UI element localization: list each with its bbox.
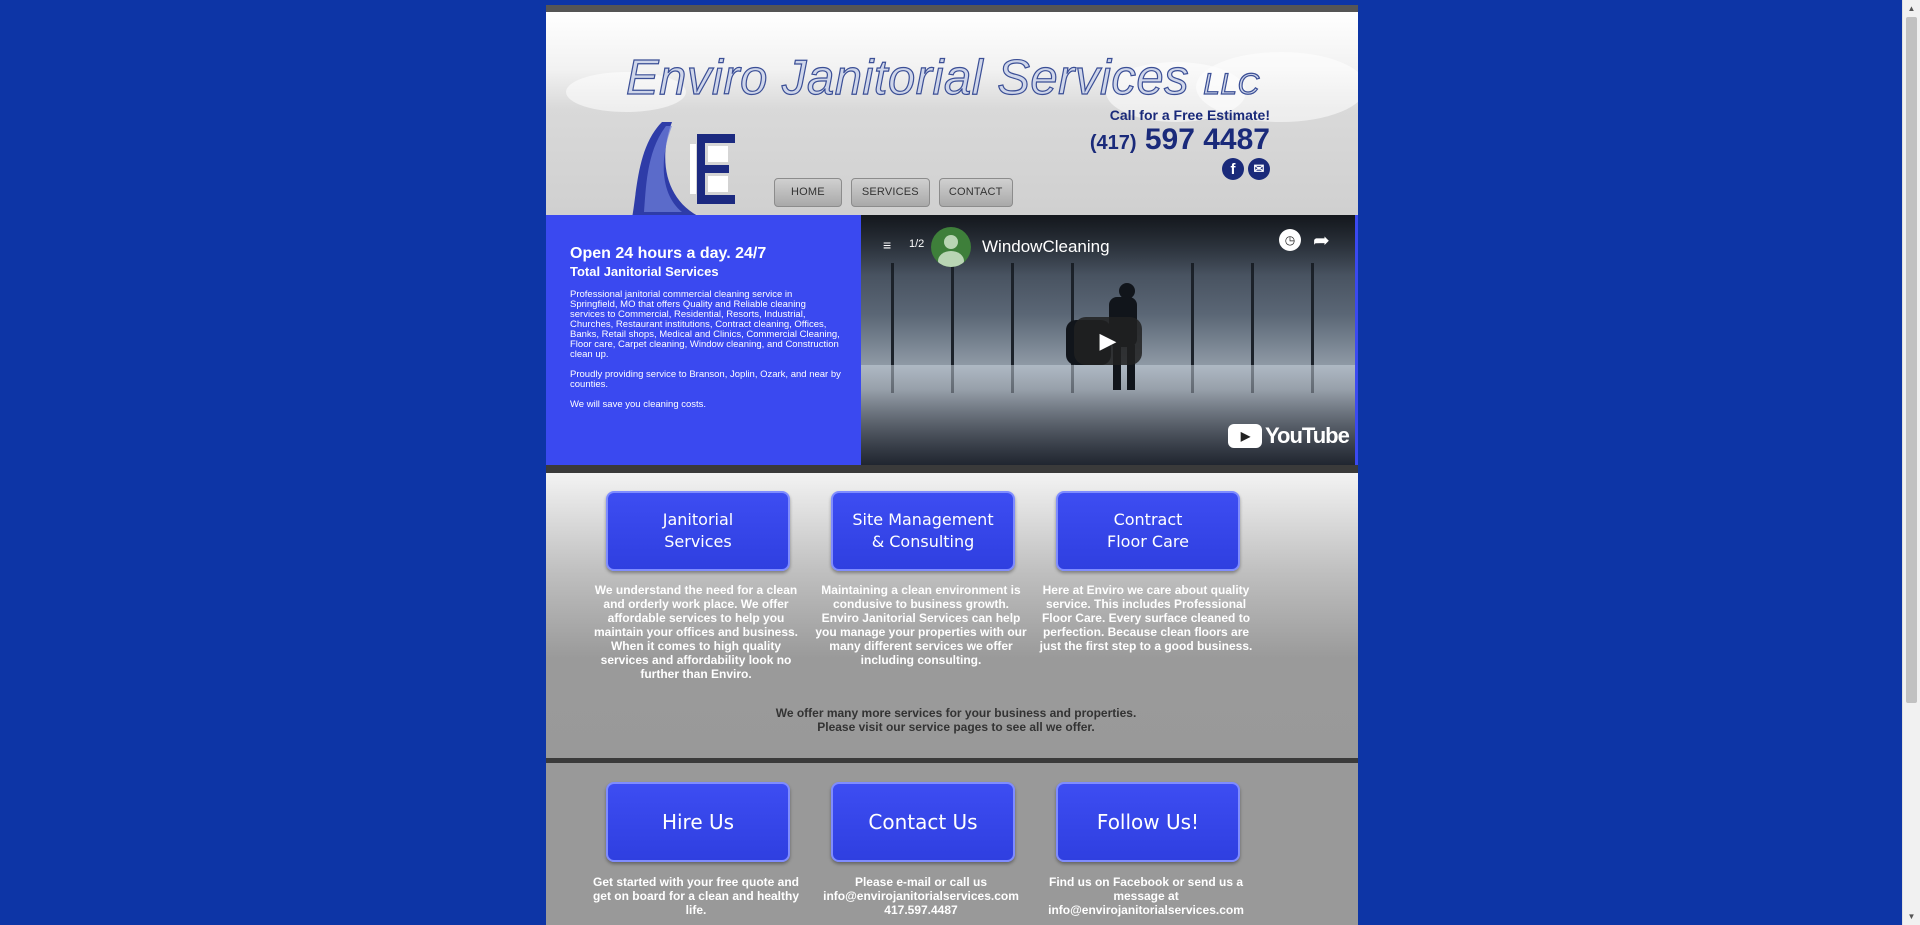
site-header: Enviro Janitorial Services LLC Call for … [546, 12, 1358, 218]
section-divider [546, 465, 1358, 473]
scroll-up-arrow-icon[interactable]: ▲ [1903, 0, 1920, 17]
company-logo [632, 122, 735, 218]
free-estimate-label: Call for a Free Estimate! [1109, 107, 1270, 123]
email-icon[interactable]: ✉ [1248, 158, 1270, 180]
hire-us-text: Get started with your free quote and get… [592, 875, 800, 917]
services-section: Janitorial Services Site Management & Co… [546, 473, 1358, 758]
button-line: Contract [1113, 510, 1183, 529]
section-divider [546, 758, 1358, 763]
youtube-video-embed[interactable]: ≡ 1/2 WindowCleaning ◷ ➦ ▶ ▶ YouTube [861, 215, 1355, 465]
contact-us-text: Please e-mail or call us info@envirojani… [823, 875, 1019, 917]
phone-number[interactable]: (417) 597 4487 [1090, 123, 1270, 157]
janitorial-description: We understand the need for a clean and o… [593, 583, 799, 681]
main-nav: HOME SERVICES CONTACT [774, 178, 1013, 207]
play-button-icon[interactable]: ▶ [1074, 317, 1142, 365]
hero-heading: Open 24 hours a day. 24/7 [570, 245, 767, 262]
more-services-line: We offer many more services for your bus… [775, 706, 1137, 720]
vertical-scrollbar[interactable]: ▲ ▼ [1902, 0, 1920, 925]
site-management-label: Site Management & Consulting [852, 509, 993, 553]
site-title: Enviro Janitorial Services LLC [625, 50, 1260, 106]
top-bar [546, 5, 1358, 12]
contract-floor-care-button[interactable]: Contract Floor Care [1056, 491, 1240, 571]
button-line: Services [664, 532, 732, 551]
social-links: f ✉ [1222, 158, 1270, 180]
floor-care-description: Here at Enviro we care about quality ser… [1039, 583, 1253, 653]
playlist-icon[interactable]: ≡ [883, 237, 891, 253]
janitorial-services-button[interactable]: Janitorial Services [606, 491, 790, 571]
youtube-wordmark: YouTube [1265, 423, 1350, 448]
watch-later-icon[interactable]: ◷ [1279, 229, 1301, 251]
nav-contact-button[interactable]: CONTACT [938, 178, 1013, 207]
contract-floor-care-label: Contract Floor Care [1107, 509, 1189, 553]
button-line: & Consulting [871, 532, 975, 551]
hire-us-button[interactable]: Hire Us [606, 782, 790, 862]
more-services-note: We offer many more services for your bus… [581, 706, 1331, 734]
share-icon[interactable]: ➦ [1313, 228, 1330, 253]
nav-home-button[interactable]: HOME [774, 178, 842, 207]
call-to-action-section: Hire Us Contact Us Follow Us! Get starte… [546, 766, 1358, 925]
avatar-head [944, 235, 958, 249]
youtube-play-icon: ▶ [1228, 424, 1262, 448]
channel-avatar[interactable] [931, 227, 971, 267]
hero-paragraph-areas: Proudly providing service to Branson, Jo… [570, 369, 841, 390]
contact-us-button[interactable]: Contact Us [831, 782, 1015, 862]
hero-text-block: Open 24 hours a day. 24/7 Total Janitori… [570, 245, 842, 410]
hero-subheading: Total Janitorial Services [570, 264, 719, 279]
site-title-text: Enviro Janitorial Services [625, 50, 1190, 105]
button-line: Site Management [852, 510, 994, 529]
nav-services-button[interactable]: SERVICES [850, 178, 930, 207]
playlist-count: 1/2 [909, 238, 925, 250]
page-container: Enviro Janitorial Services LLC Call for … [546, 5, 1358, 925]
hero-section: Open 24 hours a day. 24/7 Total Janitori… [546, 215, 1358, 465]
video-title[interactable]: WindowCleaning [982, 237, 1110, 257]
button-line: Janitorial [662, 510, 734, 529]
facebook-icon[interactable]: f [1222, 158, 1244, 180]
scroll-down-arrow-icon[interactable]: ▼ [1903, 908, 1920, 925]
site-title-suffix: LLC [1203, 67, 1260, 101]
hero-paragraph-savings: We will save you cleaning costs. [570, 399, 707, 410]
follow-us-text: Find us on Facebook or send us a message… [1048, 875, 1244, 917]
more-services-line: Please visit our service pages to see al… [817, 720, 1095, 734]
follow-us-button[interactable]: Follow Us! [1056, 782, 1240, 862]
reflective-floor [861, 365, 1355, 465]
hero-paragraph-services: Professional janitorial commercial clean… [570, 289, 840, 360]
scroll-thumb[interactable] [1906, 17, 1917, 703]
button-line: Floor Care [1107, 532, 1189, 551]
site-management-description: Maintaining a clean environment is condu… [815, 583, 1027, 667]
youtube-logo[interactable]: ▶ YouTube [1228, 423, 1350, 449]
phone-area-code: (417) [1089, 132, 1137, 154]
phone-digits: 597 4487 [1144, 123, 1270, 156]
site-management-button[interactable]: Site Management & Consulting [831, 491, 1015, 571]
avatar-body [938, 251, 964, 267]
janitorial-services-label: Janitorial Services [663, 509, 733, 553]
